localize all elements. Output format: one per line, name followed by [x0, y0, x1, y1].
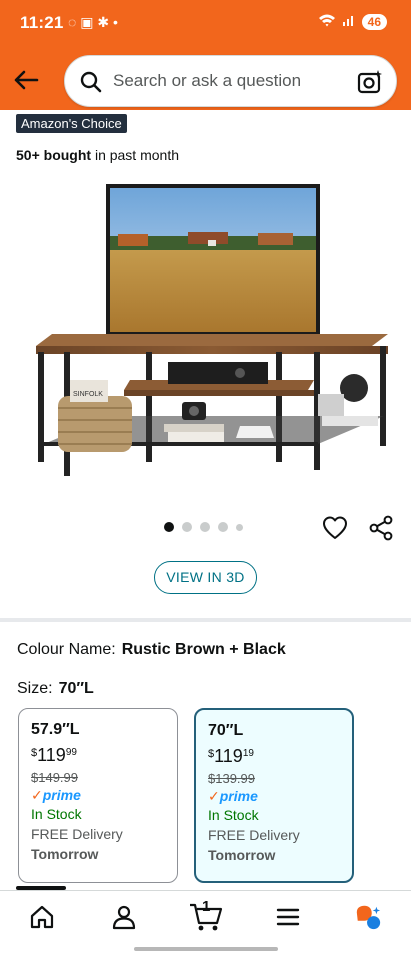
- delivery-label: FREE Delivery: [208, 827, 300, 843]
- price-cents: 99: [65, 747, 77, 758]
- cart-button[interactable]: 1: [188, 898, 224, 933]
- prime-label: prime: [219, 788, 258, 804]
- carousel-dot[interactable]: [182, 522, 192, 532]
- amazons-choice-badge: Amazon's Choice: [16, 114, 127, 133]
- camera-search-icon[interactable]: [356, 68, 384, 96]
- stock-status: In Stock: [208, 807, 259, 823]
- option-length: 57.9″L: [31, 721, 80, 738]
- size-value: 70″L: [58, 680, 94, 697]
- list-price: $139.99: [208, 771, 255, 786]
- search-icon: [80, 71, 102, 93]
- wishlist-heart-icon[interactable]: [322, 515, 348, 541]
- prime-badge: ✓prime: [31, 787, 165, 804]
- search-input[interactable]: Search or ask a question: [113, 71, 301, 91]
- bought-count-bold: 50+ bought: [16, 147, 92, 163]
- delivery-label: FREE Delivery: [31, 826, 123, 842]
- home-icon[interactable]: [28, 903, 56, 931]
- section-divider: [0, 618, 411, 622]
- view-in-3d-button[interactable]: VIEW IN 3D: [154, 561, 257, 594]
- price-currency: $: [31, 747, 38, 759]
- carousel-dot[interactable]: [200, 522, 210, 532]
- carousel-dot[interactable]: [164, 522, 174, 532]
- account-icon[interactable]: [110, 903, 138, 931]
- prime-badge: ✓prime: [208, 788, 340, 805]
- status-notification-icons: ◌ ▣ ✱ •: [68, 14, 118, 30]
- size-label: Size:: [17, 680, 53, 697]
- app-header: 11:21 ◌ ▣ ✱ • 46 Search or ask a questio…: [0, 0, 411, 110]
- signal-icon: [342, 13, 356, 30]
- option-price: $11999: [31, 745, 165, 766]
- search-bar[interactable]: Search or ask a question: [64, 55, 397, 107]
- price-whole: 119: [37, 745, 66, 765]
- battery-indicator: 46: [361, 13, 387, 30]
- option-length: 70″L: [208, 722, 244, 739]
- carousel-dot[interactable]: [236, 523, 243, 531]
- prime-label: prime: [42, 787, 81, 803]
- delivery-day: Tomorrow: [31, 846, 99, 862]
- cart-count: 1: [202, 898, 211, 915]
- price-cents: 19: [242, 748, 254, 759]
- status-bar: 11:21 ◌ ▣ ✱ • 46: [0, 0, 411, 46]
- price-currency: $: [208, 748, 215, 760]
- status-time: 11:21: [20, 13, 64, 32]
- prime-check-icon: ✓: [208, 788, 220, 804]
- system-home-indicator: [134, 947, 278, 951]
- colour-label: Colour Name:: [17, 641, 116, 658]
- size-row: Size: 70″L: [17, 680, 94, 698]
- prime-check-icon: ✓: [31, 787, 43, 803]
- bought-count: 50+ bought in past month: [16, 147, 179, 163]
- image-carousel-dots[interactable]: [164, 522, 243, 532]
- product-image[interactable]: SINFOLK: [18, 176, 398, 496]
- rufus-icon[interactable]: [354, 903, 382, 931]
- status-right: 46: [318, 13, 387, 30]
- delivery-day: Tomorrow: [208, 847, 276, 863]
- size-option-card-selected[interactable]: 70″L $11919 $139.99 ✓prime In Stock FREE…: [194, 708, 354, 883]
- carousel-dot[interactable]: [218, 522, 228, 532]
- magazine-label: SINFOLK: [73, 391, 103, 398]
- wifi-icon: [318, 13, 336, 30]
- stock-status: In Stock: [31, 806, 82, 822]
- back-arrow-icon: [14, 70, 39, 90]
- size-option-card[interactable]: 57.9″L $11999 $149.99 ✓prime In Stock FR…: [18, 708, 178, 883]
- price-whole: 119: [214, 746, 243, 766]
- tv-stand-image: SINFOLK: [36, 184, 388, 476]
- share-icon[interactable]: [368, 515, 394, 541]
- bought-count-rest: in past month: [91, 147, 179, 163]
- option-price: $11919: [208, 746, 340, 767]
- menu-icon[interactable]: [274, 903, 302, 931]
- list-price: $149.99: [31, 770, 78, 785]
- colour-name-row: Colour Name: Rustic Brown + Black: [17, 641, 286, 659]
- back-button[interactable]: [10, 64, 42, 96]
- colour-value: Rustic Brown + Black: [121, 641, 286, 658]
